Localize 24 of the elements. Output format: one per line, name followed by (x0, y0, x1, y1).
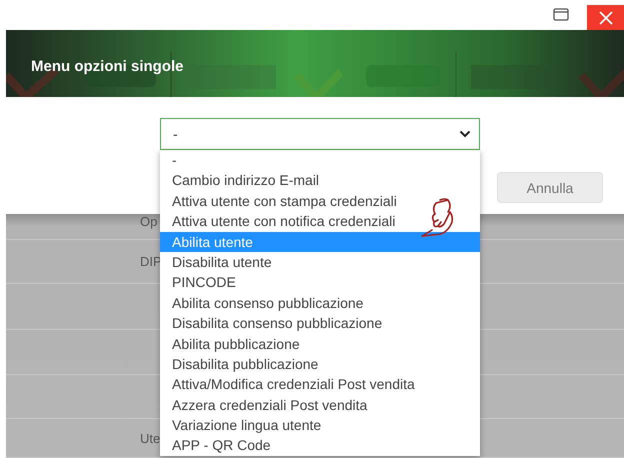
cancel-button[interactable]: Annulla (497, 172, 603, 203)
window-title: Menu opzioni singole (30, 57, 184, 75)
dropdown-option[interactable]: Disabilita utente (160, 252, 480, 272)
dropdown-option[interactable]: Disabilita consenso pubblicazione (160, 313, 480, 334)
dropdown-option[interactable]: Attiva utente con notifica credenziali (160, 211, 480, 232)
dropdown-option[interactable]: PINCODE (160, 272, 480, 293)
row-label: DIP (140, 254, 162, 269)
dropdown-option[interactable]: APP - QR Code (160, 435, 480, 456)
dropdown-option[interactable]: - (160, 150, 480, 170)
dropdown-option[interactable]: Attiva/Modifica credenziali Post vendita (160, 374, 480, 395)
dropdown-option[interactable]: Azzera credenziali Post vendita (160, 394, 480, 416)
dropdown-option[interactable]: Variazione lingua utente (160, 415, 480, 436)
dropdown-option[interactable]: Abilita pubblicazione (160, 334, 480, 354)
chevron-icon (459, 130, 471, 138)
dropdown-option[interactable]: Disabilita pubblicazione (160, 354, 480, 374)
option-select[interactable]: - (160, 118, 480, 150)
close-button[interactable] (587, 5, 624, 30)
dropdown-option[interactable]: Attiva utente con stampa credenziali (160, 190, 480, 212)
dropdown-option[interactable]: Abilita consenso pubblicazione (160, 292, 480, 314)
dropdown-option[interactable]: Cambio indirizzo E-mail (160, 170, 480, 191)
close-icon (598, 10, 612, 24)
maximize-icon[interactable] (553, 8, 569, 21)
row-label: Ute (140, 430, 160, 446)
row-label: Op (140, 214, 158, 229)
